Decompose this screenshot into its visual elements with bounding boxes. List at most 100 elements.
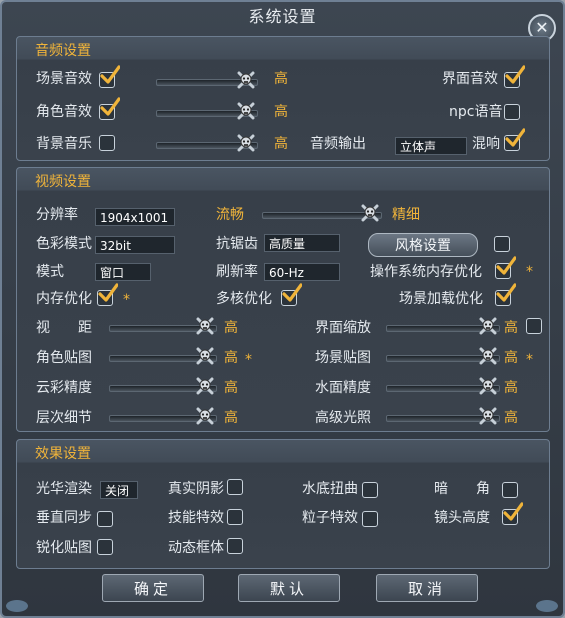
check-mark-icon xyxy=(98,283,118,302)
reverb-label: 混响 xyxy=(472,136,500,152)
underwater-label: 水底扭曲 xyxy=(302,481,358,497)
style-settings-button[interactable]: 风格设置 xyxy=(368,233,478,257)
corner-ornament-left xyxy=(6,600,28,612)
bloom-select[interactable]: 关闭 xyxy=(100,481,138,499)
mode-select[interactable]: 窗口 xyxy=(95,263,151,281)
water-level: 高 xyxy=(504,380,518,396)
slider-knob-skull-icon[interactable] xyxy=(195,406,215,426)
check-mark-icon xyxy=(282,283,302,302)
cloud-level: 高 xyxy=(224,380,238,396)
role-sound-checkbox[interactable] xyxy=(99,97,120,120)
role-sound-level: 高 xyxy=(274,104,288,120)
underwater-checkbox[interactable] xyxy=(362,482,378,498)
reverb-checkbox[interactable] xyxy=(504,128,525,151)
check-mark-icon xyxy=(100,97,120,116)
shadow-label: 真实阴影 xyxy=(168,481,224,497)
mem-opt-label: 内存优化 xyxy=(36,291,92,307)
ui-sound-checkbox[interactable] xyxy=(504,65,525,88)
effects-section-title: 效果设置 xyxy=(35,446,91,462)
video-section-title: 视频设置 xyxy=(35,174,91,190)
bloom-label: 光华渲染 xyxy=(36,481,92,497)
slider-knob-skull-icon[interactable] xyxy=(236,70,256,90)
slider-knob-skull-icon[interactable] xyxy=(478,346,498,366)
cam-height-checkbox[interactable] xyxy=(502,502,523,525)
check-mark-icon xyxy=(496,256,516,275)
fine-label: 精细 xyxy=(392,207,420,223)
multicore-label: 多核优化 xyxy=(216,291,272,307)
slider-knob-skull-icon[interactable] xyxy=(236,133,256,153)
hq-light-label: 高级光照 xyxy=(315,410,371,426)
slider-knob-skull-icon[interactable] xyxy=(478,316,498,336)
check-mark-icon xyxy=(505,65,525,84)
cancel-button[interactable]: 取消 xyxy=(376,574,478,602)
scene-sound-level: 高 xyxy=(274,71,288,87)
vignette-label: 暗 角 xyxy=(434,481,490,497)
default-button[interactable]: 默认 xyxy=(238,574,340,602)
bgm-level: 高 xyxy=(274,136,288,152)
slider-knob-skull-icon[interactable] xyxy=(195,376,215,396)
cam-height-label: 镜头高度 xyxy=(434,510,490,526)
check-mark-icon xyxy=(496,283,516,302)
bgm-checkbox[interactable] xyxy=(99,135,115,151)
settings-window: 系统设置 ✕ 音频设置 视频设置 效果设置 场景音效高界面音效 角色音效高 npc语… xyxy=(0,0,565,618)
slider-knob-skull-icon[interactable] xyxy=(478,406,498,426)
mode-label: 模式 xyxy=(36,264,64,280)
aa-label: 抗锯齿 xyxy=(216,236,258,252)
scene-load-checkbox[interactable] xyxy=(495,283,516,306)
audio-section-title: 音频设置 xyxy=(35,43,91,59)
cloud-label: 云彩精度 xyxy=(36,380,92,396)
particle-checkbox[interactable] xyxy=(362,511,378,527)
resolution-select[interactable]: 1904x1001 xyxy=(95,208,175,226)
slider-knob-skull-icon[interactable] xyxy=(236,101,256,121)
smooth-label: 流畅 xyxy=(216,207,244,223)
ui-sound-label: 界面音效 xyxy=(442,71,498,87)
sharpen-label: 锐化贴图 xyxy=(36,540,92,556)
shadow-checkbox[interactable] xyxy=(227,479,243,495)
dyn-frame-label: 动态框体 xyxy=(168,540,224,556)
style-checkbox[interactable] xyxy=(494,236,510,252)
resolution-label: 分辨率 xyxy=(36,207,78,223)
refresh-label: 刷新率 xyxy=(216,264,258,280)
mem-opt-checkbox[interactable] xyxy=(97,283,118,306)
check-mark-icon xyxy=(505,128,525,147)
hq-light-level: 高 xyxy=(504,410,518,426)
vignette-checkbox[interactable] xyxy=(502,482,518,498)
scene-sound-label: 场景音效 xyxy=(36,71,92,87)
ok-button[interactable]: 确定 xyxy=(102,574,204,602)
corner-ornament-right xyxy=(536,600,558,612)
slider-knob-skull-icon[interactable] xyxy=(195,346,215,366)
color-mode-select[interactable]: 32bit xyxy=(95,236,175,254)
os-mem-checkbox[interactable] xyxy=(495,256,516,279)
ui-scale-checkbox[interactable] xyxy=(526,318,542,334)
skill-fx-checkbox[interactable] xyxy=(227,509,243,525)
scene-load-label: 场景加载优化 xyxy=(399,291,483,307)
audio-output-label: 音频输出 xyxy=(310,136,366,152)
water-label: 水面精度 xyxy=(315,380,371,396)
npc-voice-checkbox[interactable] xyxy=(504,104,520,120)
slider-knob-skull-icon[interactable] xyxy=(478,376,498,396)
bgm-label: 背景音乐 xyxy=(36,136,92,152)
view-dist-level: 高 xyxy=(224,320,238,336)
role-tex-label: 角色贴图 xyxy=(36,350,92,366)
npc-voice-label: npc语音 xyxy=(449,104,503,120)
sharpen-checkbox[interactable] xyxy=(97,539,113,555)
audio-output-select[interactable]: 立体声 xyxy=(395,137,467,155)
lod-label: 层次细节 xyxy=(36,410,92,426)
aa-select[interactable]: 高质量 xyxy=(264,234,340,252)
role-sound-label: 角色音效 xyxy=(36,104,92,120)
skill-fx-label: 技能特效 xyxy=(168,510,224,526)
dyn-frame-checkbox[interactable] xyxy=(227,538,243,554)
role-tex-star: * xyxy=(245,352,252,368)
scene-tex-label: 场景贴图 xyxy=(315,350,371,366)
slider-knob-skull-icon[interactable] xyxy=(360,203,380,223)
multicore-checkbox[interactable] xyxy=(281,283,302,306)
mem-opt-star: * xyxy=(123,292,130,308)
scene-tex-level: 高 xyxy=(504,350,518,366)
color-mode-label: 色彩模式 xyxy=(36,236,92,252)
slider-knob-skull-icon[interactable] xyxy=(195,316,215,336)
refresh-select[interactable]: 60-Hz xyxy=(264,263,340,281)
vsync-label: 垂直同步 xyxy=(36,510,92,526)
scene-sound-checkbox[interactable] xyxy=(99,65,120,88)
ui-scale-label: 界面缩放 xyxy=(315,320,371,336)
vsync-checkbox[interactable] xyxy=(97,511,113,527)
